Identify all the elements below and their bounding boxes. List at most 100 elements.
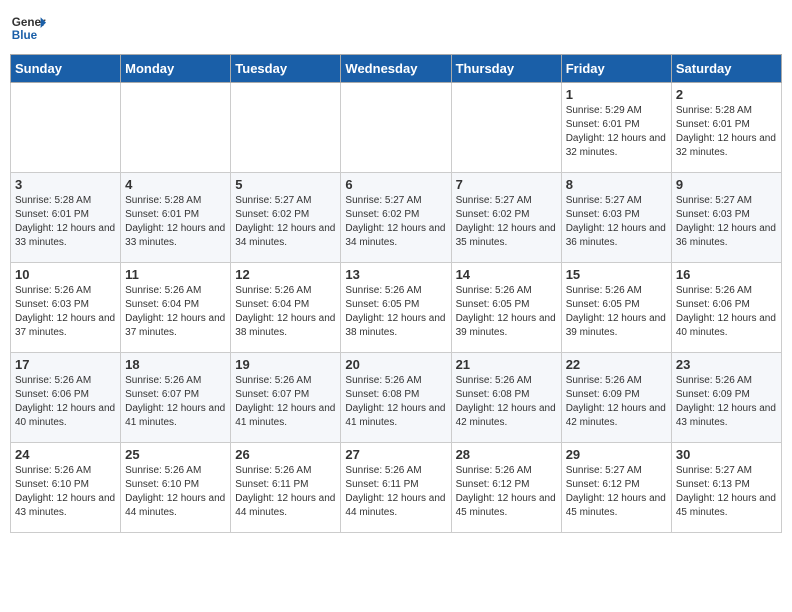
day-number: 10 xyxy=(15,267,116,282)
calendar-week-row: 17 Sunrise: 5:26 AM Sunset: 6:06 PM Dayli… xyxy=(11,353,782,443)
day-number: 4 xyxy=(125,177,226,192)
day-number: 22 xyxy=(566,357,667,372)
day-info: Sunrise: 5:26 AM Sunset: 6:04 PM Dayligh… xyxy=(125,284,226,340)
day-number: 3 xyxy=(15,177,116,192)
day-info: Sunrise: 5:27 AM Sunset: 6:03 PM Dayligh… xyxy=(676,194,777,250)
day-number: 20 xyxy=(345,357,446,372)
calendar-cell: 6 Sunrise: 5:27 AM Sunset: 6:02 PM Daylig… xyxy=(341,173,451,263)
day-info: Sunrise: 5:26 AM Sunset: 6:06 PM Dayligh… xyxy=(15,374,116,430)
day-info: Sunrise: 5:26 AM Sunset: 6:03 PM Dayligh… xyxy=(15,284,116,340)
calendar-cell: 21 Sunrise: 5:26 AM Sunset: 6:08 PM Dayli… xyxy=(451,353,561,443)
weekday-header-row: SundayMondayTuesdayWednesdayThursdayFrid… xyxy=(11,55,782,83)
day-number: 2 xyxy=(676,87,777,102)
day-info: Sunrise: 5:29 AM Sunset: 6:01 PM Dayligh… xyxy=(566,104,667,160)
day-info: Sunrise: 5:28 AM Sunset: 6:01 PM Dayligh… xyxy=(676,104,777,160)
calendar-cell: 5 Sunrise: 5:27 AM Sunset: 6:02 PM Daylig… xyxy=(231,173,341,263)
calendar-cell: 4 Sunrise: 5:28 AM Sunset: 6:01 PM Daylig… xyxy=(121,173,231,263)
day-info: Sunrise: 5:26 AM Sunset: 6:06 PM Dayligh… xyxy=(676,284,777,340)
day-info: Sunrise: 5:28 AM Sunset: 6:01 PM Dayligh… xyxy=(15,194,116,250)
day-info: Sunrise: 5:26 AM Sunset: 6:09 PM Dayligh… xyxy=(566,374,667,430)
calendar-cell xyxy=(11,83,121,173)
calendar-cell: 24 Sunrise: 5:26 AM Sunset: 6:10 PM Dayli… xyxy=(11,443,121,533)
day-number: 24 xyxy=(15,447,116,462)
day-info: Sunrise: 5:27 AM Sunset: 6:02 PM Dayligh… xyxy=(235,194,336,250)
day-number: 17 xyxy=(15,357,116,372)
calendar-cell xyxy=(231,83,341,173)
day-number: 1 xyxy=(566,87,667,102)
day-number: 16 xyxy=(676,267,777,282)
day-info: Sunrise: 5:26 AM Sunset: 6:05 PM Dayligh… xyxy=(345,284,446,340)
day-info: Sunrise: 5:26 AM Sunset: 6:05 PM Dayligh… xyxy=(456,284,557,340)
calendar-cell: 10 Sunrise: 5:26 AM Sunset: 6:03 PM Dayli… xyxy=(11,263,121,353)
day-number: 12 xyxy=(235,267,336,282)
day-number: 29 xyxy=(566,447,667,462)
day-number: 6 xyxy=(345,177,446,192)
calendar-cell: 11 Sunrise: 5:26 AM Sunset: 6:04 PM Dayli… xyxy=(121,263,231,353)
calendar-cell: 7 Sunrise: 5:27 AM Sunset: 6:02 PM Daylig… xyxy=(451,173,561,263)
day-info: Sunrise: 5:27 AM Sunset: 6:02 PM Dayligh… xyxy=(456,194,557,250)
day-info: Sunrise: 5:27 AM Sunset: 6:02 PM Dayligh… xyxy=(345,194,446,250)
calendar-table: SundayMondayTuesdayWednesdayThursdayFrid… xyxy=(10,54,782,533)
day-info: Sunrise: 5:26 AM Sunset: 6:07 PM Dayligh… xyxy=(125,374,226,430)
calendar-week-row: 24 Sunrise: 5:26 AM Sunset: 6:10 PM Dayli… xyxy=(11,443,782,533)
calendar-cell: 16 Sunrise: 5:26 AM Sunset: 6:06 PM Dayli… xyxy=(671,263,781,353)
calendar-cell: 22 Sunrise: 5:26 AM Sunset: 6:09 PM Dayli… xyxy=(561,353,671,443)
calendar-cell: 26Sunrise: 5:26 AM Sunset: 6:11 PM Dayli… xyxy=(231,443,341,533)
calendar-cell: 20Sunrise: 5:26 AM Sunset: 6:08 PM Dayli… xyxy=(341,353,451,443)
calendar-cell: 2 Sunrise: 5:28 AM Sunset: 6:01 PM Daylig… xyxy=(671,83,781,173)
logo-icon: General Blue xyxy=(10,10,46,46)
day-info: Sunrise: 5:26 AM Sunset: 6:09 PM Dayligh… xyxy=(676,374,777,430)
weekday-header-sunday: Sunday xyxy=(11,55,121,83)
day-info: Sunrise: 5:26 AM Sunset: 6:04 PM Dayligh… xyxy=(235,284,336,340)
calendar-cell: 25Sunrise: 5:26 AM Sunset: 6:10 PM Dayli… xyxy=(121,443,231,533)
day-number: 28 xyxy=(456,447,557,462)
day-info: Sunrise: 5:26 AM Sunset: 6:11 PM Dayligh… xyxy=(345,464,446,520)
day-number: 30 xyxy=(676,447,777,462)
calendar-cell: 12 Sunrise: 5:26 AM Sunset: 6:04 PM Dayli… xyxy=(231,263,341,353)
day-number: 5 xyxy=(235,177,336,192)
calendar-cell: 13 Sunrise: 5:26 AM Sunset: 6:05 PM Dayli… xyxy=(341,263,451,353)
day-info: Sunrise: 5:26 AM Sunset: 6:11 PM Dayligh… xyxy=(235,464,336,520)
day-info: Sunrise: 5:28 AM Sunset: 6:01 PM Dayligh… xyxy=(125,194,226,250)
day-info: Sunrise: 5:26 AM Sunset: 6:10 PM Dayligh… xyxy=(15,464,116,520)
day-number: 7 xyxy=(456,177,557,192)
calendar-cell: 9 Sunrise: 5:27 AM Sunset: 6:03 PM Daylig… xyxy=(671,173,781,263)
day-number: 19 xyxy=(235,357,336,372)
calendar-cell: 15 Sunrise: 5:26 AM Sunset: 6:05 PM Dayli… xyxy=(561,263,671,353)
day-number: 21 xyxy=(456,357,557,372)
calendar-cell: 30 Sunrise: 5:27 AM Sunset: 6:13 PM Dayli… xyxy=(671,443,781,533)
day-number: 9 xyxy=(676,177,777,192)
calendar-header: SundayMondayTuesdayWednesdayThursdayFrid… xyxy=(11,55,782,83)
calendar-cell xyxy=(451,83,561,173)
calendar-cell: 23 Sunrise: 5:26 AM Sunset: 6:09 PM Dayli… xyxy=(671,353,781,443)
calendar-cell: 3 Sunrise: 5:28 AM Sunset: 6:01 PM Daylig… xyxy=(11,173,121,263)
day-number: 14 xyxy=(456,267,557,282)
weekday-header-monday: Monday xyxy=(121,55,231,83)
weekday-header-thursday: Thursday xyxy=(451,55,561,83)
day-number: 11 xyxy=(125,267,226,282)
calendar-cell: 27 Sunrise: 5:26 AM Sunset: 6:11 PM Dayli… xyxy=(341,443,451,533)
page-header: General Blue xyxy=(10,10,782,46)
day-info: Sunrise: 5:26 AM Sunset: 6:08 PM Dayligh… xyxy=(456,374,557,430)
weekday-header-wednesday: Wednesday xyxy=(341,55,451,83)
calendar-cell: 18Sunrise: 5:26 AM Sunset: 6:07 PM Dayli… xyxy=(121,353,231,443)
svg-text:Blue: Blue xyxy=(12,29,38,42)
calendar-week-row: 3 Sunrise: 5:28 AM Sunset: 6:01 PM Daylig… xyxy=(11,173,782,263)
weekday-header-tuesday: Tuesday xyxy=(231,55,341,83)
weekday-header-friday: Friday xyxy=(561,55,671,83)
day-number: 23 xyxy=(676,357,777,372)
day-number: 13 xyxy=(345,267,446,282)
calendar-cell: 28Sunrise: 5:26 AM Sunset: 6:12 PM Dayli… xyxy=(451,443,561,533)
calendar-week-row: 1 Sunrise: 5:29 AM Sunset: 6:01 PM Daylig… xyxy=(11,83,782,173)
calendar-cell: 17 Sunrise: 5:26 AM Sunset: 6:06 PM Dayli… xyxy=(11,353,121,443)
day-info: Sunrise: 5:27 AM Sunset: 6:13 PM Dayligh… xyxy=(676,464,777,520)
day-number: 27 xyxy=(345,447,446,462)
day-info: Sunrise: 5:26 AM Sunset: 6:05 PM Dayligh… xyxy=(566,284,667,340)
calendar-cell: 29Sunrise: 5:27 AM Sunset: 6:12 PM Dayli… xyxy=(561,443,671,533)
day-number: 25 xyxy=(125,447,226,462)
calendar-cell: 19Sunrise: 5:26 AM Sunset: 6:07 PM Dayli… xyxy=(231,353,341,443)
logo: General Blue xyxy=(10,10,50,46)
day-number: 8 xyxy=(566,177,667,192)
calendar-cell xyxy=(341,83,451,173)
day-number: 15 xyxy=(566,267,667,282)
